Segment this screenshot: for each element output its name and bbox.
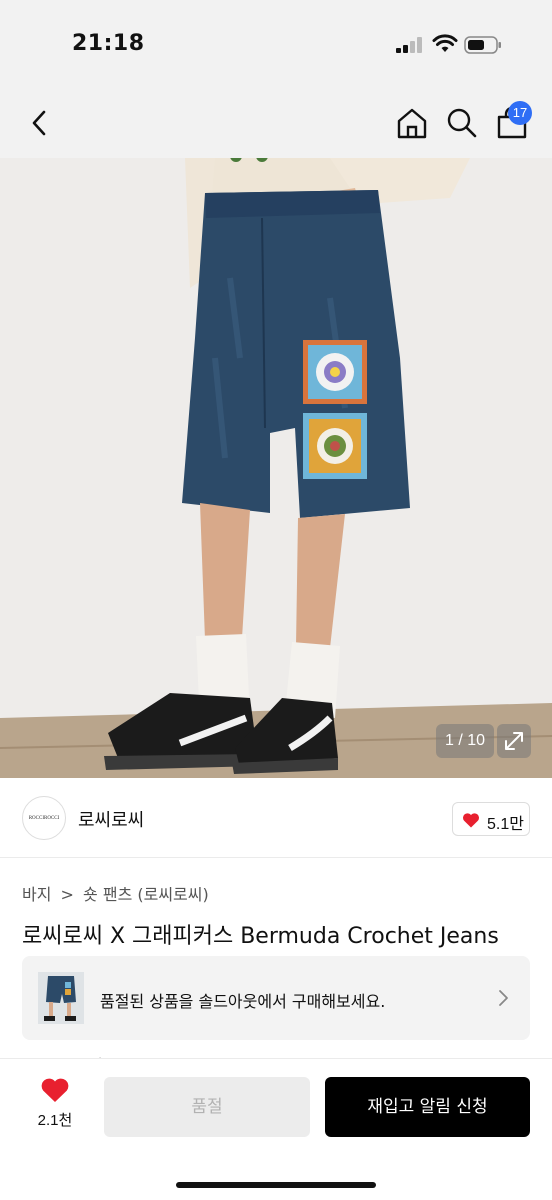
home-icon[interactable] [394, 104, 430, 142]
heart-icon [463, 813, 479, 828]
bottom-action-bar: 2.1천 품절 재입고 알림 신청 [0, 1058, 552, 1200]
soldout-button: 품절 [104, 1077, 310, 1137]
breadcrumb-category[interactable]: 바지 [22, 885, 51, 904]
home-indicator [176, 1182, 376, 1188]
cart-count-badge: 17 [508, 101, 532, 125]
brand-like-button[interactable]: 5.1만 [452, 802, 530, 836]
signal-icon [396, 37, 424, 53]
brand-name[interactable]: 로씨로씨 [78, 806, 144, 832]
product-title: 로씨로씨 X 그래피커스 Bermuda Crochet Jeans [22, 924, 499, 949]
wifi-icon [432, 34, 458, 52]
wishlist-count: 2.1천 [37, 1112, 73, 1129]
status-bar: 21:18 [0, 0, 552, 88]
restock-alert-button[interactable]: 재입고 알림 신청 [325, 1077, 530, 1137]
expand-icon[interactable] [497, 724, 531, 758]
brand-logo[interactable]: ROCCIROCCI [22, 796, 66, 840]
breadcrumb-subcategory[interactable]: 숏 팬츠 (로씨로씨) [83, 885, 209, 904]
soldout-banner-text: 품절된 상품을 솔드아웃에서 구매해보세요. [100, 992, 386, 1011]
soldout-banner[interactable]: 품절된 상품을 솔드아웃에서 구매해보세요. [22, 956, 530, 1040]
product-image[interactable] [0, 158, 552, 778]
battery-icon [464, 36, 501, 54]
status-time: 21:18 [72, 31, 145, 56]
product-photo [0, 158, 552, 778]
breadcrumb: 바지 > 숏 팬츠 (로씨로씨) [22, 881, 213, 905]
back-icon[interactable] [22, 104, 58, 142]
nav-bar [0, 88, 552, 158]
wishlist-button[interactable]: 2.1천 [28, 1077, 82, 1141]
chevron-right-icon [499, 990, 508, 1006]
image-counter: 1 / 10 [436, 724, 494, 758]
heart-icon [41, 1078, 69, 1102]
brand-like-count: 5.1만 [487, 816, 524, 833]
search-icon[interactable] [444, 104, 480, 142]
soldout-thumbnail [38, 972, 84, 1024]
breadcrumb-separator: > [60, 885, 74, 904]
brand-row[interactable]: ROCCIROCCI 로씨로씨 5.1만 [0, 778, 552, 858]
